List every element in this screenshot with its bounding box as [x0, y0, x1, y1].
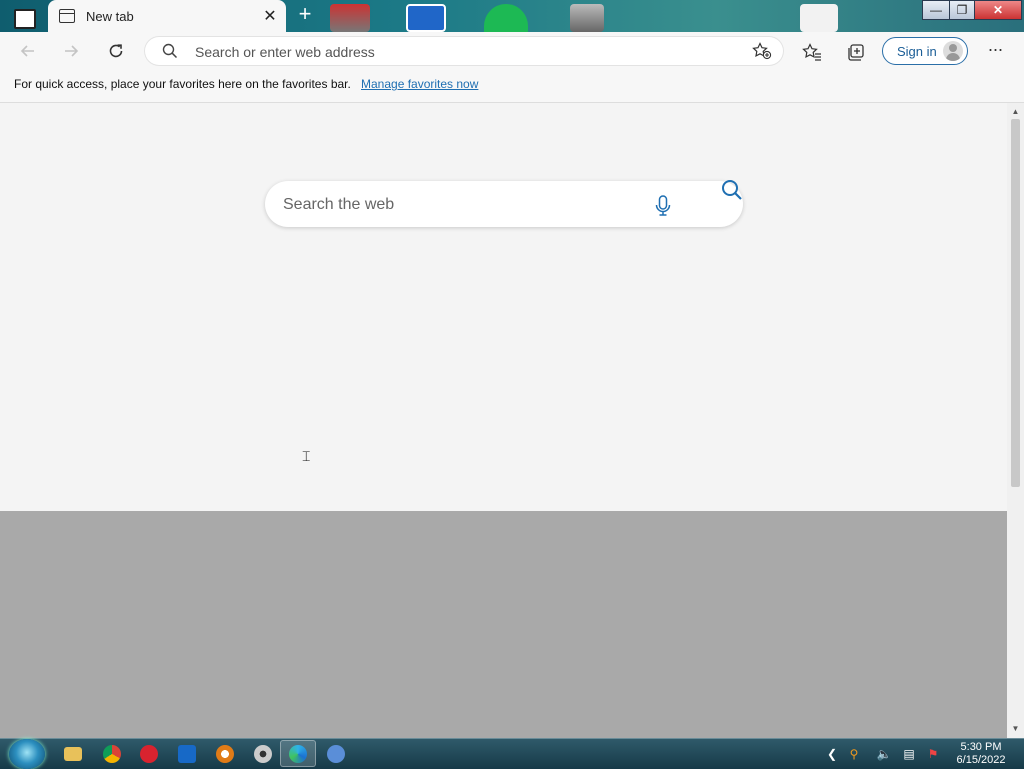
- taskbar-app-utility[interactable]: [245, 740, 281, 767]
- network-app-icon: [327, 744, 345, 763]
- favorites-icon: [802, 43, 821, 61]
- favorites-bar-message: For quick access, place your favorites h…: [14, 77, 351, 91]
- action-center-flag-icon[interactable]: ⚑: [925, 746, 941, 762]
- taskbar-app-search-tool[interactable]: [207, 740, 243, 767]
- opera-icon: [140, 744, 158, 763]
- taskbar-app-outlook[interactable]: [169, 740, 205, 767]
- settings-more-button[interactable]: ···: [984, 40, 1006, 62]
- taskbar: ❮ ⚲ 🔈 ▤ ⚑ 5:30 PM 6/15/2022: [0, 738, 1024, 769]
- desktop-app-icon: [484, 4, 528, 32]
- tab-actions-icon[interactable]: [14, 9, 36, 29]
- new-tab-page-icon: [59, 9, 75, 23]
- new-tab-button[interactable]: +: [294, 3, 316, 26]
- scroll-thumb[interactable]: [1011, 119, 1020, 487]
- taskbar-app-opera[interactable]: [131, 740, 167, 767]
- refresh-button[interactable]: [103, 38, 129, 64]
- collections-icon: [848, 44, 864, 61]
- sign-in-label: Sign in: [897, 43, 937, 59]
- manage-favorites-link[interactable]: Manage favorites now: [361, 77, 478, 91]
- clock-time: 5:30 PM: [960, 741, 1002, 753]
- folder-icon: [64, 746, 82, 761]
- vertical-scrollbar[interactable]: ▲ ▼: [1007, 103, 1024, 738]
- tab-close-icon[interactable]: ✕: [260, 6, 280, 26]
- disk-icon: [254, 744, 272, 763]
- magnifier-icon: [216, 744, 234, 763]
- search-icon[interactable]: [721, 179, 743, 201]
- desktop-app-icon: [330, 4, 370, 32]
- taskbar-app-file-explorer[interactable]: [55, 740, 91, 767]
- browser-toolbar: Sign in ···: [0, 32, 1024, 70]
- chrome-icon: [103, 744, 121, 763]
- address-input[interactable]: [193, 36, 737, 68]
- window-restore-button[interactable]: ❐: [949, 0, 975, 20]
- scroll-up-icon[interactable]: ▲: [1011, 107, 1020, 117]
- clock-date: 6/15/2022: [956, 754, 1006, 766]
- forward-button[interactable]: [58, 38, 84, 64]
- back-arrow-icon: [20, 45, 34, 57]
- taskbar-app-chrome[interactable]: [94, 740, 130, 767]
- back-button[interactable]: [15, 38, 41, 64]
- taskbar-app-network[interactable]: [318, 740, 354, 767]
- tab-title: New tab: [86, 8, 134, 24]
- volume-muted-icon[interactable]: 🔈: [876, 746, 892, 762]
- refresh-icon: [109, 44, 123, 58]
- desktop-app-icon: [406, 4, 446, 32]
- desktop-app-icon: [800, 4, 838, 32]
- sign-in-button[interactable]: Sign in: [882, 37, 968, 65]
- collections-button[interactable]: [844, 40, 868, 64]
- web-search-box[interactable]: [265, 179, 743, 229]
- web-search-input[interactable]: [281, 181, 645, 229]
- favorites-bar: For quick access, place your favorites h…: [0, 70, 1024, 103]
- window-minimize-button[interactable]: —: [922, 0, 950, 20]
- favorites-button[interactable]: [800, 40, 824, 64]
- add-favorite-icon[interactable]: [752, 42, 772, 60]
- show-hidden-icons-chevron-icon[interactable]: ❮: [824, 746, 840, 762]
- tray-search-icon[interactable]: ⚲: [846, 746, 862, 762]
- profile-avatar-icon: [943, 41, 963, 61]
- taskbar-clock[interactable]: 5:30 PM 6/15/2022: [950, 741, 1012, 767]
- outlook-icon: [178, 744, 196, 763]
- taskbar-app-edge[interactable]: [280, 740, 316, 767]
- address-bar[interactable]: [144, 36, 784, 68]
- tab-new-tab[interactable]: New tab ✕: [48, 0, 286, 32]
- desktop-app-icon: [570, 4, 604, 32]
- network-icon[interactable]: ▤: [901, 746, 917, 762]
- start-button[interactable]: [9, 739, 45, 769]
- new-tab-page: ⌶: [0, 103, 1007, 511]
- search-icon: [162, 43, 178, 59]
- microphone-icon[interactable]: [654, 194, 672, 218]
- edge-icon: [289, 744, 307, 763]
- text-cursor-icon: ⌶: [302, 449, 311, 465]
- scroll-down-icon[interactable]: ▼: [1011, 724, 1020, 734]
- window-close-button[interactable]: ✕: [974, 0, 1022, 20]
- page-lower-area: [0, 511, 1007, 738]
- forward-arrow-icon: [65, 45, 79, 57]
